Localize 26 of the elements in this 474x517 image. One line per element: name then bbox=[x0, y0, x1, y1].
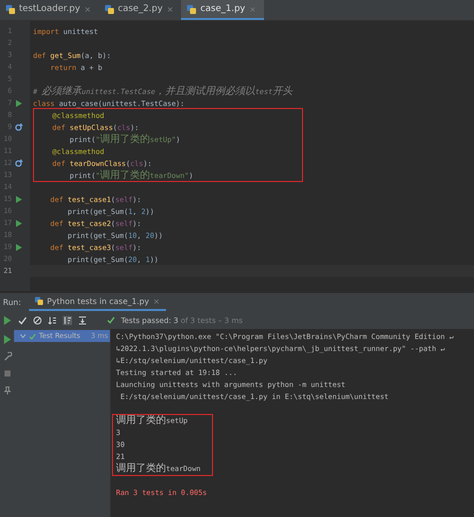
python-file-icon bbox=[104, 4, 114, 14]
run-icon[interactable] bbox=[16, 100, 22, 106]
chevron-down-icon[interactable] bbox=[20, 334, 26, 338]
run-icon[interactable] bbox=[16, 244, 22, 250]
rerun-icon[interactable] bbox=[2, 335, 12, 344]
run-label: Run: bbox=[3, 298, 22, 306]
collapse-icon[interactable] bbox=[78, 316, 87, 324]
python-file-icon bbox=[187, 4, 196, 14]
file-tab[interactable]: case_1.py × bbox=[181, 0, 264, 20]
stop-circle-icon[interactable] bbox=[33, 316, 42, 324]
sort-icon[interactable] bbox=[48, 316, 57, 324]
run-icon[interactable] bbox=[3, 316, 12, 324]
checkmark-icon bbox=[29, 332, 36, 340]
pin-icon[interactable] bbox=[2, 386, 12, 395]
run-icon[interactable] bbox=[16, 220, 22, 226]
file-tab[interactable]: testLoader.py × bbox=[0, 0, 99, 20]
override-marker-icon[interactable] bbox=[15, 123, 23, 131]
sort-duration-icon[interactable] bbox=[63, 316, 72, 324]
stop-icon[interactable] bbox=[2, 369, 12, 378]
run-icon[interactable] bbox=[16, 196, 22, 202]
python-file-icon bbox=[6, 4, 15, 14]
checkmark-icon bbox=[107, 316, 115, 324]
python-file-icon bbox=[35, 297, 44, 305]
file-tab[interactable]: case_2.py × bbox=[98, 0, 182, 20]
wrench-icon[interactable] bbox=[2, 352, 12, 361]
override-marker-icon[interactable] bbox=[15, 159, 23, 167]
